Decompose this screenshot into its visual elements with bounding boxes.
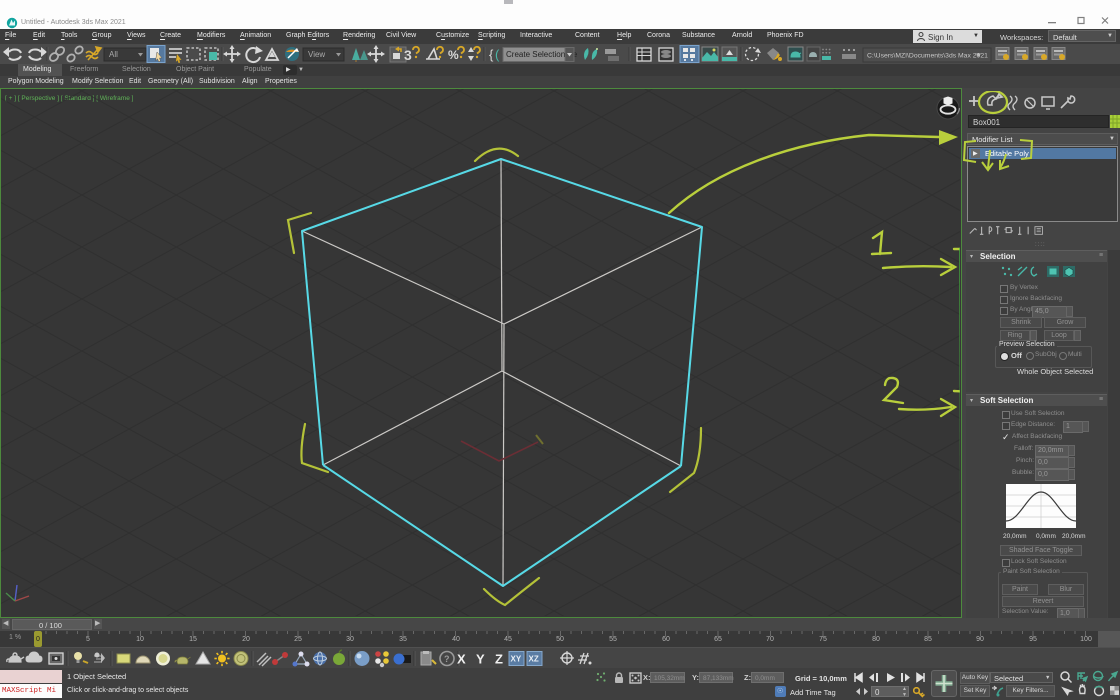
svg-text:{: { (489, 47, 494, 62)
svg-text:(: ( (495, 47, 500, 62)
svg-text:?: ? (444, 654, 450, 664)
svg-text:All: All (109, 50, 118, 59)
svg-text:XY: XY (511, 655, 522, 664)
svg-text:Z: Z (495, 652, 503, 667)
svg-text:C:\Users\MZI\Documents\3ds Max: C:\Users\MZI\Documents\3ds Max 2021 (867, 53, 988, 60)
svg-text:View: View (308, 50, 325, 59)
svg-text:3: 3 (404, 47, 412, 63)
svg-text:XZ: XZ (529, 655, 539, 664)
svg-text:Y: Y (476, 652, 485, 667)
svg-text:%: % (448, 48, 459, 62)
svg-text:X: X (457, 652, 466, 667)
